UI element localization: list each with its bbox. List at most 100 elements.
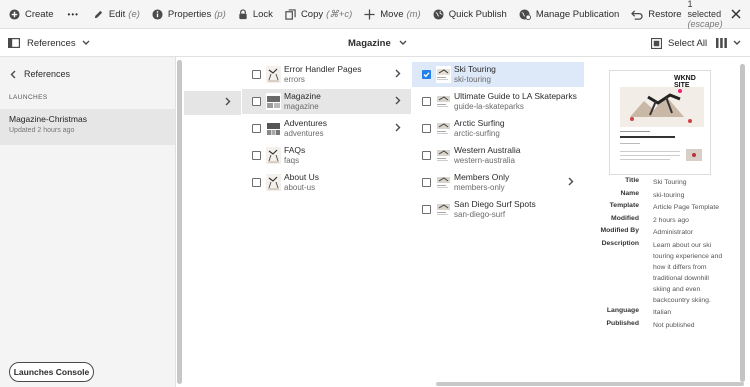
launch-status: Updated 2 hours ago	[9, 127, 75, 134]
view-switcher[interactable]	[716, 29, 741, 57]
list-item[interactable]: San Diego Surf Spots san-diego-surf	[412, 197, 584, 222]
page-name: western-australia	[454, 156, 515, 165]
row-checkbox-checked[interactable]	[422, 70, 431, 79]
row-checkbox[interactable]	[252, 124, 261, 133]
list-item[interactable]: Members Only members-only	[412, 170, 584, 195]
meta-label: Description	[601, 239, 639, 247]
preview-scrollbar[interactable]	[740, 64, 745, 382]
row-checkbox[interactable]	[422, 178, 431, 187]
pencil-icon	[93, 9, 104, 20]
launch-name: Magazine-Christmas	[9, 114, 87, 124]
list-item[interactable]: Adventures adventures	[242, 116, 411, 141]
quick-publish-button[interactable]: Quick Publish	[427, 0, 513, 29]
manage-publication-button[interactable]: Manage Publication	[513, 0, 625, 29]
chevron-right-icon	[568, 177, 574, 186]
page-name: adventures	[284, 129, 324, 138]
rail-back-button[interactable]: References	[10, 67, 70, 81]
properties-button[interactable]: Properties (p)	[146, 0, 232, 29]
references-rail: References LAUNCHES Magazine-Christmas U…	[0, 57, 176, 387]
page-thumbnail	[266, 66, 281, 83]
launch-item[interactable]: Magazine-Christmas Updated 2 hours ago	[0, 109, 175, 145]
create-label: Create	[25, 8, 54, 20]
page-title: Adventures	[284, 118, 327, 128]
restore-label: Restore	[648, 8, 682, 20]
lock-button[interactable]: Lock	[232, 0, 279, 29]
list-item[interactable]: Arctic Surfing arctic-surfing	[412, 116, 584, 141]
list-item[interactable]: Ultimate Guide to LA Skateparks guide-la…	[412, 89, 584, 114]
meta-row: Modified 2 hours ago	[585, 215, 745, 226]
side-panel-icon	[8, 38, 20, 48]
page-name: magazine	[284, 102, 319, 111]
parent-selected-row[interactable]	[184, 91, 241, 115]
column-parent	[184, 57, 241, 380]
row-checkbox[interactable]	[422, 151, 431, 160]
page-thumbnail	[436, 174, 451, 191]
preview-panel: WKND SITE Title Ski Touring Name ski-touri…	[585, 57, 750, 380]
edit-button[interactable]: Edit (e)	[87, 0, 146, 29]
list-item[interactable]: Western Australia western-australia	[412, 143, 584, 168]
chevron-down-icon	[399, 40, 407, 46]
row-checkbox[interactable]	[252, 178, 261, 187]
location-title-dropdown[interactable]: Magazine	[348, 29, 407, 57]
restore-icon	[631, 9, 643, 20]
page-name: arctic-surfing	[454, 129, 500, 138]
restore-button[interactable]: Restore	[625, 0, 687, 29]
page-thumbnail	[436, 66, 451, 83]
chevron-down-icon	[733, 40, 741, 46]
rail-toggle-label: References	[27, 37, 76, 49]
launches-console-button[interactable]: Launches Console	[9, 362, 94, 382]
more-actions-button[interactable]: •••	[60, 0, 87, 29]
rail-scrollbar-thumb[interactable]	[177, 60, 182, 384]
page-title: Ultimate Guide to LA Skateparks	[454, 91, 577, 101]
properties-label: Properties	[167, 8, 212, 20]
row-checkbox[interactable]	[252, 151, 261, 160]
select-all-label: Select All	[668, 37, 708, 49]
list-item[interactable]: Ski Touring ski-touring	[412, 62, 584, 87]
move-button[interactable]: Move (m)	[358, 0, 426, 29]
create-button[interactable]: Create	[0, 0, 60, 29]
page-thumbnail	[436, 147, 451, 164]
preview-scrollbar-thumb[interactable]	[740, 64, 745, 382]
select-all-icon	[651, 37, 662, 49]
page-title: Western Australia	[454, 145, 521, 155]
meta-value: Italian	[653, 309, 672, 316]
meta-label: Modified	[611, 214, 639, 222]
meta-row: Modified By Administrator	[585, 227, 745, 238]
rail-toggle-button[interactable]: References	[8, 29, 97, 57]
meta-label: Language	[606, 307, 639, 314]
meta-value: Learn about our ski touring experience a…	[653, 241, 723, 304]
row-checkbox[interactable]	[422, 124, 431, 133]
copy-button[interactable]: Copy (⌘+c)	[279, 0, 358, 29]
move-shortcut: (m)	[406, 8, 421, 20]
page-thumbnail	[266, 174, 281, 191]
more-icon: •••	[67, 9, 79, 19]
row-checkbox[interactable]	[422, 97, 431, 106]
page-title: San Diego Surf Spots	[454, 199, 536, 209]
list-item[interactable]: About Us about-us	[242, 170, 411, 195]
meta-label: Modified By	[600, 227, 639, 234]
list-item[interactable]: Error Handler Pages errors	[242, 62, 411, 87]
close-icon[interactable]	[731, 9, 741, 19]
chevron-down-icon	[82, 40, 90, 46]
page-metadata: Title Ski Touring Name ski-touring Templat…	[585, 177, 745, 332]
column-view-icon	[716, 38, 727, 48]
row-checkbox[interactable]	[422, 205, 431, 214]
info-icon	[152, 8, 163, 20]
select-all-button[interactable]: Select All	[651, 29, 707, 57]
page-title: FAQs	[284, 145, 306, 155]
list-item[interactable]: Magazine magazine	[242, 89, 411, 114]
rail-back-label: References	[24, 69, 71, 79]
list-item[interactable]: FAQs faqs	[242, 143, 411, 168]
row-checkbox[interactable]	[252, 97, 261, 106]
lock-label: Lock	[252, 8, 273, 20]
page-name: faqs	[284, 156, 300, 165]
page-thumbnail	[436, 201, 451, 218]
page-thumbnail	[436, 93, 451, 110]
column-site-pages: Error Handler Pages errors Magazine maga…	[242, 57, 411, 380]
horizontal-scrollbar[interactable]	[436, 382, 744, 386]
meta-row: Language Italian	[585, 307, 745, 318]
rail-scrollbar[interactable]	[177, 60, 182, 384]
row-checkbox[interactable]	[252, 70, 261, 79]
meta-label: Name	[620, 189, 639, 197]
page-name: guide-la-skateparks	[454, 102, 524, 111]
